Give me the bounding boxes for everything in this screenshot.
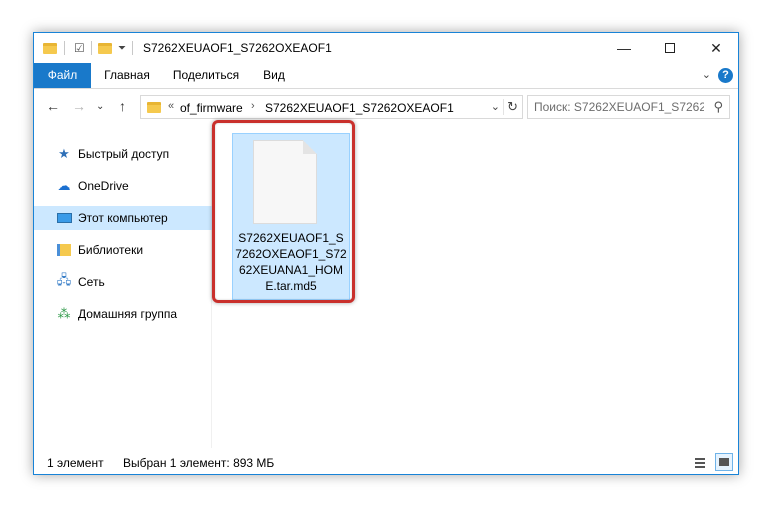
address-bar[interactable]: « of_firmware › S7262XEUAOF1_S7262OXEAOF… (140, 95, 523, 119)
sidebar-item-network[interactable]: 🖧 Сеть (34, 270, 212, 294)
breadcrumb-separator-icon[interactable]: › (251, 100, 255, 112)
recent-locations-button[interactable]: ⌄ (96, 101, 104, 112)
network-icon: 🖧 (56, 272, 72, 287)
expand-ribbon-icon[interactable]: ⌄ (702, 68, 711, 81)
tab-share[interactable]: Поделиться (164, 63, 248, 88)
cloud-icon: ☁ (57, 178, 71, 193)
sidebar-item-label: Домашняя группа (78, 307, 178, 321)
sidebar-item-label: Быстрый доступ (78, 147, 170, 161)
chevron-down-icon: ⌄ (96, 101, 105, 112)
tab-view[interactable]: Вид (254, 63, 294, 88)
title-bar: ☑ ⏷ S7262XEUAOF1_S7262OXEAOF1 — ✕ (34, 33, 738, 63)
navigation-pane: ★ Быстрый доступ ☁ OneDrive Этот компьют… (34, 128, 212, 448)
star-icon: ★ (58, 146, 70, 161)
sidebar-item-quick-access[interactable]: ★ Быстрый доступ (34, 142, 212, 166)
sidebar-item-onedrive[interactable]: ☁ OneDrive (34, 174, 212, 198)
minimize-icon: — (617, 40, 631, 56)
new-folder-icon (98, 42, 112, 54)
homegroup-icon: ⁂ (57, 306, 71, 321)
computer-icon (56, 210, 72, 226)
breadcrumb-of-firmware[interactable]: of_firmware (180, 101, 243, 115)
close-icon: ✕ (710, 39, 722, 56)
divider (91, 41, 92, 55)
library-icon (56, 242, 72, 258)
large-icons-view-icon (719, 458, 729, 466)
folder-icon (147, 102, 161, 113)
explorer-window: ☑ ⏷ S7262XEUAOF1_S7262OXEAOF1 — ✕ Файл Г… (33, 32, 739, 475)
sidebar-item-this-pc[interactable]: Этот компьютер (34, 206, 212, 230)
address-dropdown-icon[interactable]: ⌄ (491, 100, 500, 113)
navigation-bar: ← → ⌄ ↑ « of_firmware › S7262XEUAOF1_S72… (34, 90, 738, 124)
ribbon-tabs: Файл Главная Поделиться Вид ⌄ ? (34, 63, 738, 89)
folder-icon (43, 42, 57, 54)
sidebar-item-label: OneDrive (78, 179, 129, 193)
large-icons-view-button[interactable] (715, 453, 733, 471)
highlight-frame (212, 120, 355, 303)
divider (64, 41, 65, 55)
item-count: 1 элемент (47, 456, 104, 470)
maximize-icon (665, 43, 675, 53)
refresh-icon[interactable]: ↻ (503, 99, 518, 115)
window-title: S7262XEUAOF1_S7262OXEAOF1 (143, 41, 332, 55)
maximize-button[interactable] (647, 33, 693, 63)
back-arrow-icon: ← (46, 98, 60, 114)
properties-icon[interactable]: ☑ (74, 39, 85, 57)
tab-file[interactable]: Файл (34, 63, 91, 88)
sidebar-item-label: Сеть (78, 275, 105, 289)
customize-toolbar-icon[interactable]: ⏷ (118, 39, 126, 57)
sidebar-item-homegroup[interactable]: ⁂ Домашняя группа (34, 302, 212, 326)
up-arrow-icon: ↑ (119, 98, 126, 114)
divider (132, 41, 133, 55)
sidebar-item-libraries[interactable]: Библиотеки (34, 238, 212, 262)
up-button[interactable]: ↑ (119, 98, 126, 114)
help-icon[interactable]: ? (718, 68, 733, 83)
tab-home[interactable]: Главная (94, 63, 160, 88)
search-input[interactable] (534, 100, 704, 114)
close-button[interactable]: ✕ (693, 33, 739, 63)
selection-info: Выбран 1 элемент: 893 МБ (123, 456, 275, 470)
sidebar-item-label: Этот компьютер (78, 211, 168, 225)
search-box[interactable]: ⚲ (527, 95, 730, 119)
details-view-button[interactable] (691, 453, 709, 471)
breadcrumb-current-folder[interactable]: S7262XEUAOF1_S7262OXEAOF1 (265, 101, 454, 115)
forward-button[interactable]: → (72, 98, 86, 114)
forward-arrow-icon: → (72, 98, 86, 114)
minimize-button[interactable]: — (601, 33, 647, 63)
new-folder-button[interactable] (98, 39, 112, 57)
quick-access-toolbar (43, 39, 57, 57)
breadcrumb-overflow[interactable]: « (168, 100, 174, 112)
back-button[interactable]: ← (46, 98, 60, 114)
status-bar: 1 элемент Выбран 1 элемент: 893 МБ (34, 449, 738, 475)
search-icon[interactable]: ⚲ (713, 99, 723, 115)
sidebar-item-label: Библиотеки (78, 243, 144, 257)
